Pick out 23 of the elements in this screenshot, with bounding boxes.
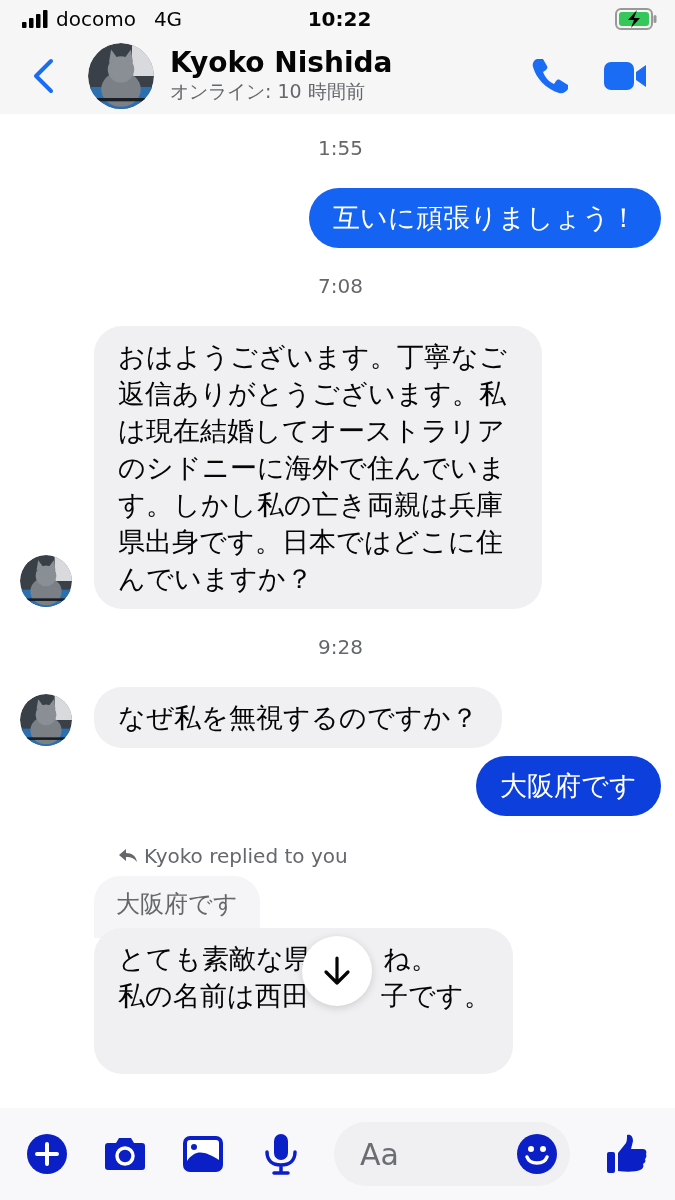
network-type: 4G [153,7,183,31]
sent-message: 互いに頑張りましょう！ [309,188,661,248]
image-icon[interactable] [182,1133,224,1175]
message-field[interactable]: Aa [334,1122,570,1186]
clock: 10:22 [307,7,372,31]
received-message: なぜ私を無視するのですか？ [94,687,502,748]
thumbs-up-icon[interactable] [606,1133,648,1175]
back-icon[interactable] [32,58,54,94]
timestamp: 1:55 [318,136,363,160]
add-icon[interactable] [26,1133,68,1175]
timestamp: 9:28 [318,635,363,659]
signal-icon [22,10,48,28]
contact-name: Kyoko Nishida [170,47,394,79]
down-arrow-icon [322,955,352,987]
received-message: おはようございます。丁寧なご返信ありがとうございます。私は現在結婚してオーストラリアのシドニーに海外で住んでいます。しかし私の亡き両親は兵庫県出身です。日本ではどこに住んでいますか？ [94,326,542,609]
sent-message: 大阪府です [476,756,661,816]
online-status: オンライン: 10 時間前 [170,79,366,104]
emoji-icon[interactable] [516,1133,558,1175]
carrier: docomo [56,7,136,31]
reply-label: Kyoko replied to you [144,844,348,868]
timestamp: 7:08 [318,274,363,298]
reply-icon [118,848,138,864]
battery-charging-icon [615,8,657,30]
